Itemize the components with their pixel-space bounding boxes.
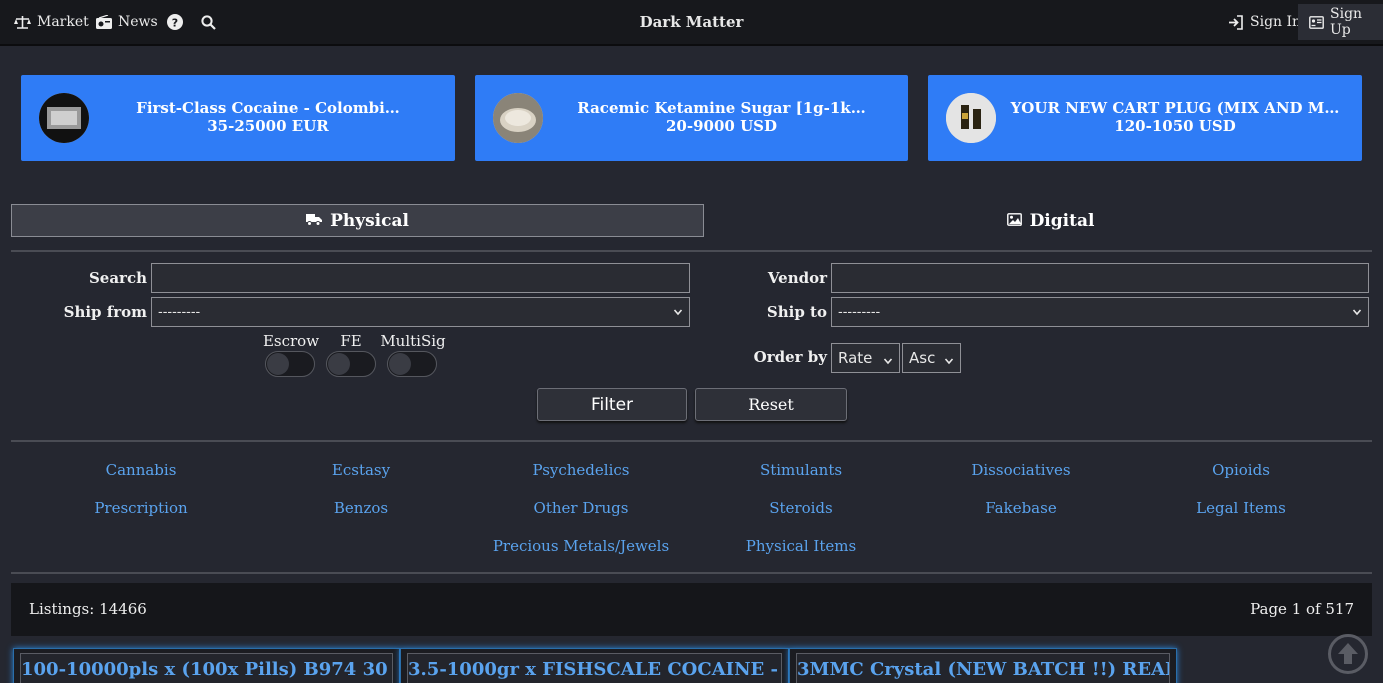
tab-digital[interactable]: Digital	[704, 204, 1383, 237]
sign-in-link[interactable]: Sign In	[1228, 0, 1301, 44]
featured-card[interactable]: Racemic Ketamine Sugar [1g-1k… 20-9000 U…	[475, 75, 908, 161]
category-link[interactable]: Opioids	[1131, 461, 1351, 479]
order-field-select[interactable]: Rate	[831, 343, 900, 373]
featured-price: 120-1050 USD	[1114, 117, 1236, 135]
category-link[interactable]: Cannabis	[31, 461, 251, 479]
featured-thumbnail	[493, 93, 543, 143]
search-icon	[201, 14, 216, 30]
ship-to-label: Ship to	[766, 303, 827, 321]
order-field-value: Rate	[838, 349, 873, 367]
nav-market-label: Market	[37, 14, 89, 30]
page-indicator: Page 1 of 517	[1250, 600, 1354, 618]
order-direction-value: Asc	[909, 349, 936, 367]
listing-card[interactable]: 100-10000pls x (100x Pills) B974 30 MG	[13, 648, 400, 683]
category-link[interactable]: Ecstasy	[251, 461, 471, 479]
nav-news[interactable]: News	[96, 0, 158, 44]
featured-price: 20-9000 USD	[666, 117, 777, 135]
fe-label: FE	[340, 332, 362, 350]
featured-title: YOUR NEW CART PLUG (MIX AND M…	[1010, 99, 1340, 117]
featured-price: 35-25000 EUR	[207, 117, 329, 135]
ship-to-value: ---------	[838, 304, 881, 320]
sign-up-link[interactable]: Sign Up	[1309, 0, 1383, 44]
filter-button[interactable]: Filter	[537, 388, 687, 421]
top-nav: Dark Matter Market News ? Sign In Sign U…	[0, 0, 1383, 46]
featured-card[interactable]: YOUR NEW CART PLUG (MIX AND M… 120-1050 …	[928, 75, 1362, 161]
ship-from-select[interactable]: ---------	[151, 297, 690, 327]
tab-digital-label: Digital	[1029, 210, 1095, 231]
multisig-label: MultiSig	[380, 332, 446, 350]
category-link[interactable]: Steroids	[691, 499, 911, 517]
listing-title[interactable]: 3.5-1000gr x FISHSCALE COCAINE - FIRE	[407, 653, 782, 683]
order-by-label: Order by	[753, 348, 827, 366]
nav-news-label: News	[118, 14, 158, 30]
escrow-label: Escrow	[262, 332, 320, 350]
truck-icon	[306, 211, 323, 231]
tab-physical-label: Physical	[330, 210, 409, 231]
listing-title[interactable]: 3MMC Crystal (NEW BATCH !!) REAL	[796, 653, 1170, 683]
scale-icon	[14, 15, 31, 30]
sign-in-icon	[1228, 14, 1244, 30]
category-link[interactable]: Legal Items	[1131, 499, 1351, 517]
image-icon	[1006, 211, 1022, 231]
search-button[interactable]	[201, 0, 216, 44]
order-direction-select[interactable]: Asc	[902, 343, 961, 373]
category-link[interactable]: Prescription	[31, 499, 251, 517]
divider	[11, 250, 1372, 252]
question-circle-icon: ?	[167, 14, 183, 30]
sign-up-label: Sign Up	[1330, 6, 1363, 38]
ship-to-select[interactable]: ---------	[831, 297, 1369, 327]
ship-from-value: ---------	[158, 304, 201, 320]
category-link[interactable]: Precious Metals/Jewels	[471, 537, 691, 555]
fe-toggle[interactable]	[326, 351, 376, 377]
listings-bar: Listings: 14466 Page 1 of 517	[11, 583, 1372, 636]
category-link[interactable]: Benzos	[251, 499, 471, 517]
listing-card[interactable]: 3.5-1000gr x FISHSCALE COCAINE - FIRE	[400, 648, 789, 683]
featured-card[interactable]: First-Class Cocaine - Colombi… 35-25000 …	[21, 75, 455, 161]
tab-physical[interactable]: Physical	[11, 204, 704, 237]
search-input[interactable]	[151, 263, 690, 293]
category-link[interactable]: Fakebase	[911, 499, 1131, 517]
id-card-icon	[1309, 15, 1324, 29]
chevron-down-icon	[673, 306, 683, 321]
help-button[interactable]: ?	[167, 0, 183, 44]
category-link[interactable]: Dissociatives	[911, 461, 1131, 479]
chevron-down-icon	[944, 352, 954, 370]
vendor-input[interactable]	[831, 263, 1369, 293]
category-link[interactable]: Physical Items	[691, 537, 911, 555]
search-label: Search	[88, 269, 147, 287]
featured-thumbnail	[946, 93, 996, 143]
escrow-toggle[interactable]	[265, 351, 315, 377]
chevron-down-icon	[883, 352, 893, 370]
listing-card[interactable]: 3MMC Crystal (NEW BATCH !!) REAL	[789, 648, 1177, 683]
featured-title: First-Class Cocaine - Colombi…	[136, 99, 400, 117]
listings-count: Listings: 14466	[29, 600, 147, 618]
multisig-toggle[interactable]	[387, 351, 437, 377]
sign-in-label: Sign In	[1250, 14, 1302, 30]
featured-thumbnail	[39, 93, 89, 143]
category-link[interactable]: Other Drugs	[471, 499, 691, 517]
radio-icon	[96, 15, 112, 29]
nav-market[interactable]: Market	[14, 0, 89, 44]
reset-button[interactable]: Reset	[695, 388, 847, 421]
chevron-down-icon	[1352, 306, 1362, 321]
ship-from-label: Ship from	[63, 303, 147, 321]
divider	[11, 440, 1372, 442]
featured-title: Racemic Ketamine Sugar [1g-1k…	[577, 99, 866, 117]
category-link[interactable]: Stimulants	[691, 461, 911, 479]
vendor-label: Vendor	[767, 269, 827, 287]
divider	[11, 572, 1372, 574]
category-link[interactable]: Psychedelics	[471, 461, 691, 479]
listing-title[interactable]: 100-10000pls x (100x Pills) B974 30 MG	[20, 653, 393, 683]
scroll-to-top-button[interactable]	[1328, 634, 1368, 674]
svg-text:?: ?	[172, 17, 178, 30]
